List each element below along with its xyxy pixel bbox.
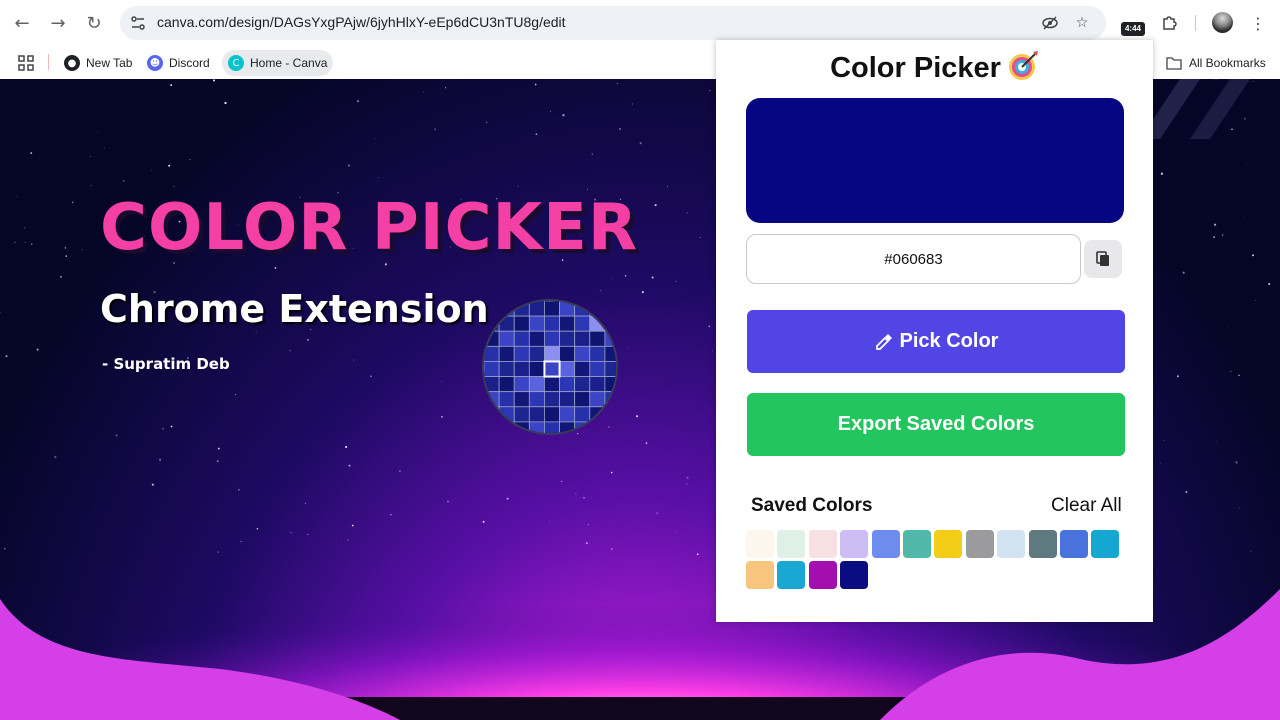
bookmark-star-icon[interactable]: ☆ [1072, 13, 1092, 33]
pick-color-button[interactable]: Pick Color [747, 310, 1125, 373]
saved-color-swatch[interactable] [965, 530, 994, 558]
saved-color-swatch[interactable] [1059, 530, 1088, 558]
saved-color-swatch[interactable] [997, 530, 1026, 558]
palette-target-icon [1007, 50, 1039, 82]
bookmark-label: Home - Canva [250, 56, 328, 70]
saved-colors-grid [746, 530, 1126, 590]
saved-color-swatch[interactable] [808, 561, 837, 590]
reload-icon[interactable]: ↻ [81, 10, 107, 36]
menu-kebab-icon[interactable]: ⋮ [1245, 10, 1271, 36]
bookmark-discord[interactable]: ☻ Discord [141, 50, 216, 76]
popup-title: Color Picker [716, 50, 1153, 85]
profile-avatar[interactable] [1212, 12, 1233, 33]
saved-color-swatch[interactable] [746, 561, 774, 590]
saved-colors-heading: Saved Colors [751, 495, 873, 516]
saved-color-swatch[interactable] [1028, 530, 1057, 558]
hero-author[interactable]: - Supratim Deb [102, 355, 230, 373]
saved-color-swatch[interactable] [934, 530, 963, 558]
saved-color-swatch[interactable] [1091, 530, 1120, 558]
all-bookmarks-label: All Bookmarks [1189, 56, 1266, 70]
bookmark-home-canva[interactable]: C Home - Canva [222, 50, 334, 76]
forward-icon[interactable]: → [45, 10, 71, 36]
hex-value-input[interactable] [746, 234, 1081, 284]
url-text[interactable]: canva.com/design/DAGsYxgPAjw/6jyhHlxY-eE… [157, 14, 566, 30]
saved-color-swatch[interactable] [777, 561, 806, 590]
toolbar-divider [1195, 15, 1196, 31]
saved-color-swatch[interactable] [746, 530, 774, 558]
saved-color-swatch[interactable] [840, 561, 869, 590]
folder-icon [1166, 56, 1182, 70]
bookmark-new-tab[interactable]: ● New Tab [58, 50, 138, 76]
time-badge: 4:44 [1121, 22, 1145, 36]
magnifier-loupe [482, 299, 618, 435]
pick-color-label: Pick Color [899, 330, 999, 352]
saved-color-swatch[interactable] [808, 530, 837, 558]
popup-title-text: Color Picker [830, 52, 1001, 84]
current-color-preview [746, 98, 1124, 223]
address-bar[interactable]: canva.com/design/DAGsYxgPAjw/6jyhHlxY-eE… [120, 6, 1106, 40]
hero-subtitle[interactable]: Chrome Extension [100, 287, 489, 331]
saved-color-swatch[interactable] [902, 530, 931, 558]
all-bookmarks[interactable]: All Bookmarks [1160, 50, 1272, 76]
export-label: Export Saved Colors [837, 413, 1035, 435]
export-saved-colors-button[interactable]: Export Saved Colors [747, 393, 1125, 456]
globe-icon: ● [64, 55, 80, 71]
eyedropper-icon [874, 332, 894, 352]
site-info-icon[interactable] [128, 13, 148, 33]
clear-all-button[interactable]: Clear All [1051, 495, 1122, 517]
saved-color-swatch[interactable] [840, 530, 869, 558]
color-picker-popup: Color Picker Pick Color Export Saved Col… [716, 40, 1153, 622]
back-icon[interactable]: ← [9, 10, 35, 36]
bookmarks-divider [48, 54, 49, 70]
copy-button[interactable] [1084, 240, 1122, 278]
decor-stripes [1140, 79, 1250, 139]
bookmark-label: New Tab [86, 56, 133, 70]
apps-grid-icon[interactable] [12, 50, 40, 76]
canva-icon: C [228, 55, 244, 71]
bookmark-label: Discord [169, 56, 210, 70]
copy-icon [1096, 251, 1110, 267]
saved-color-swatch[interactable] [871, 530, 900, 558]
loupe-pixel-grid [484, 301, 616, 433]
discord-icon: ☻ [147, 55, 163, 71]
eye-off-icon[interactable] [1040, 13, 1060, 33]
hero-title[interactable]: COLOR PICKER [100, 191, 638, 265]
saved-color-swatch[interactable] [777, 530, 806, 558]
extensions-puzzle-icon[interactable] [1157, 10, 1183, 36]
